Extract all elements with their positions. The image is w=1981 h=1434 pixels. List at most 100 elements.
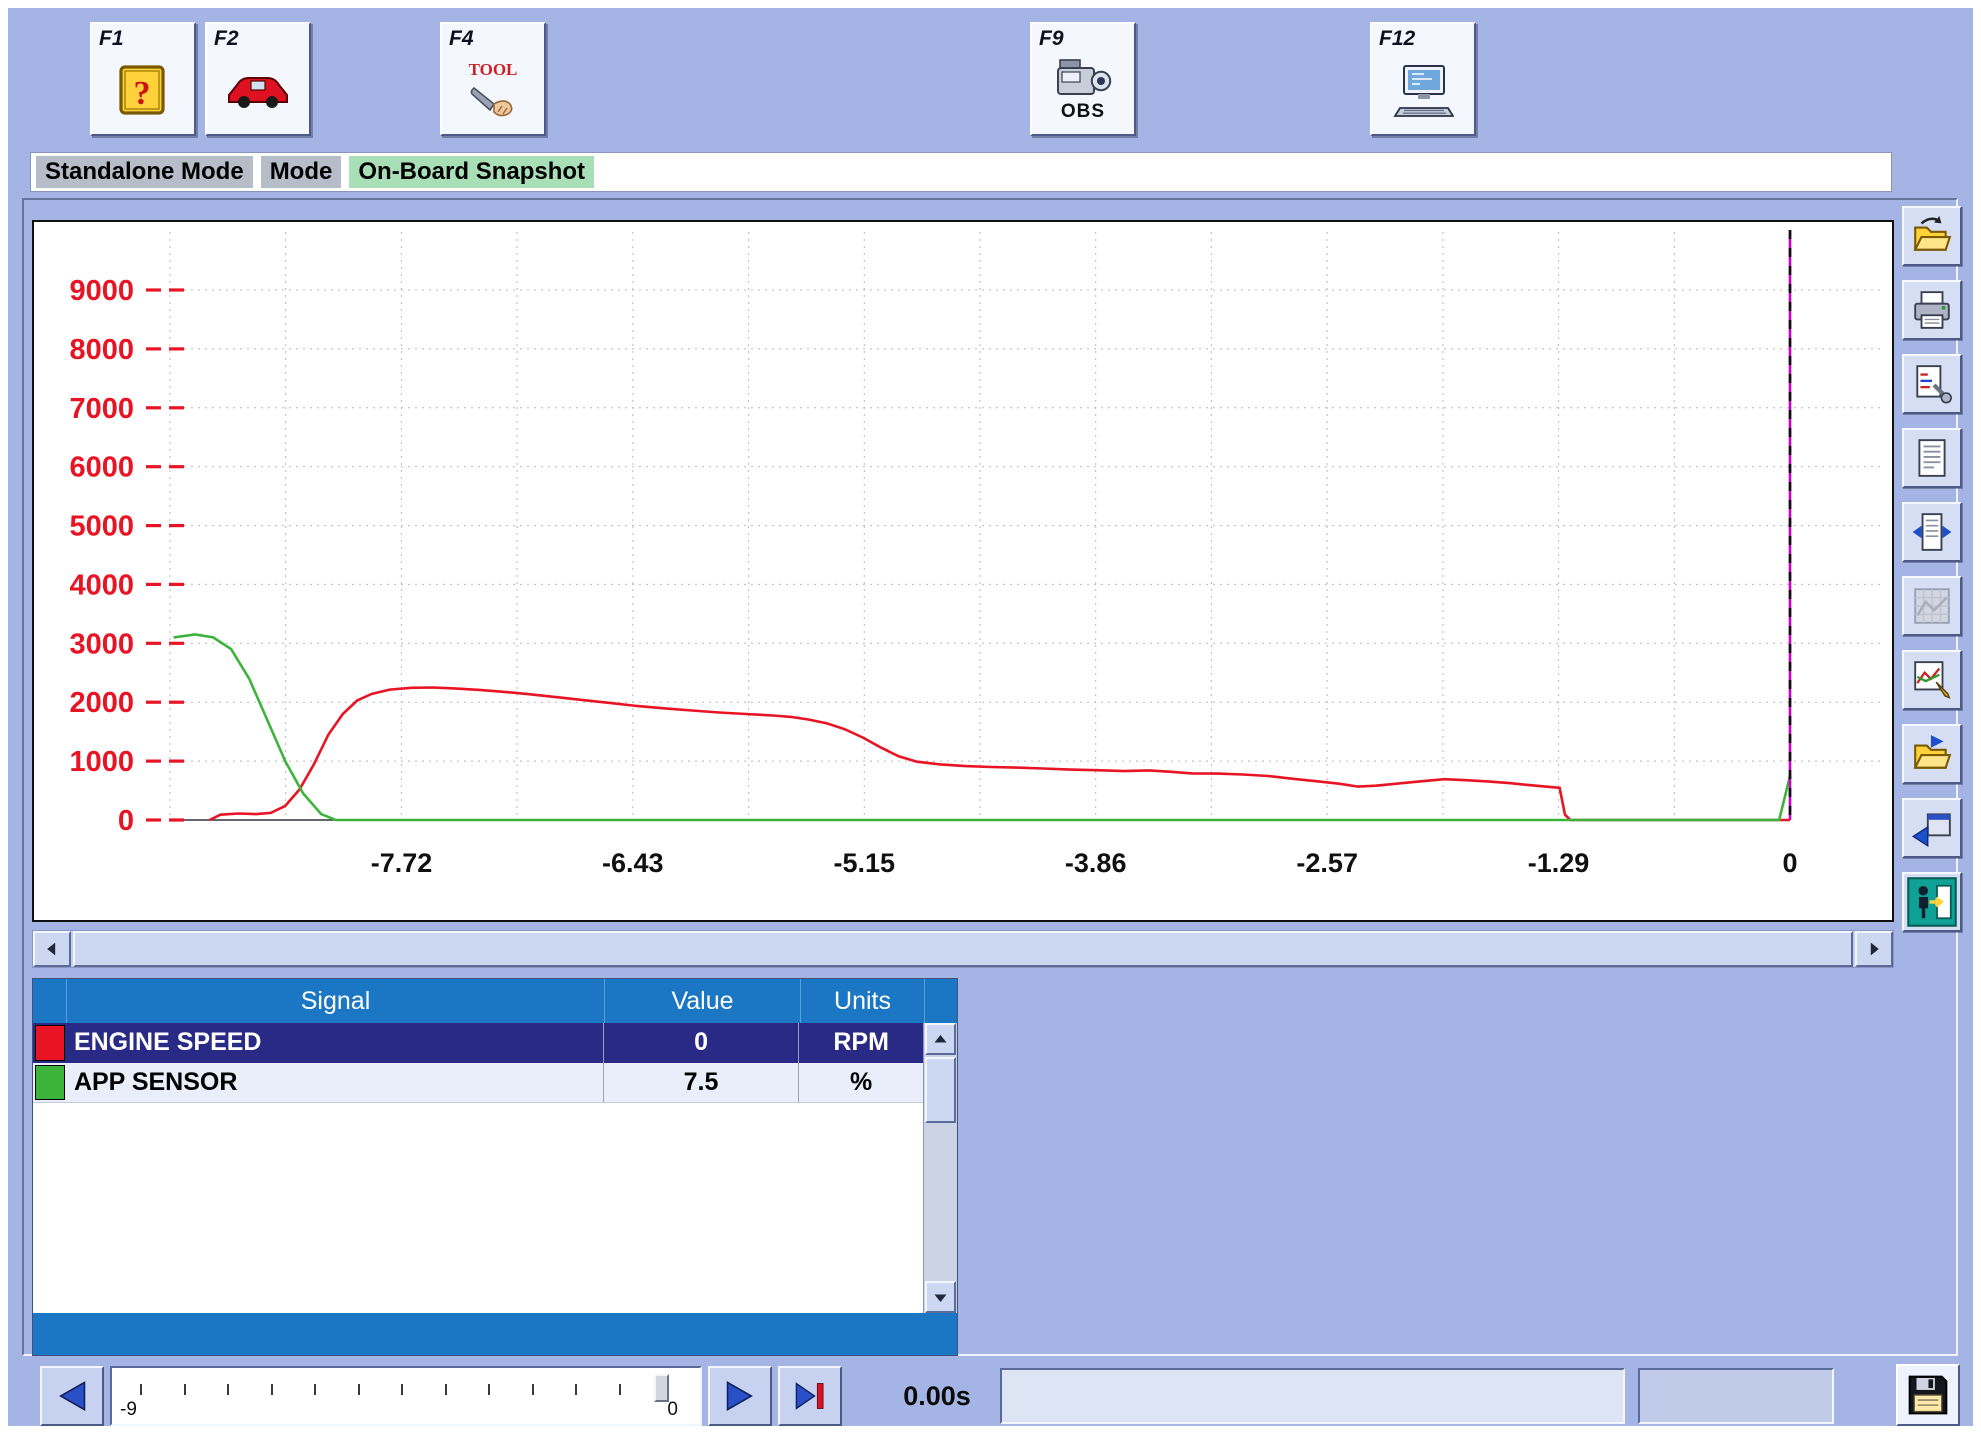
slider-thumb[interactable] (654, 1374, 669, 1402)
svg-text:?: ? (134, 75, 151, 112)
scroll-right-button[interactable] (1855, 931, 1893, 967)
capture-button[interactable] (1902, 798, 1962, 858)
f2-vehicle-button[interactable]: F2 (205, 22, 311, 136)
units-column-header[interactable]: Units (801, 979, 925, 1023)
timeline-slider[interactable]: -9 0 (110, 1366, 702, 1426)
fit-view-button[interactable] (1902, 502, 1962, 562)
table-row[interactable]: APP SENSOR7.5% (33, 1063, 923, 1103)
svg-text:7000: 7000 (69, 393, 134, 425)
mode-bar: Standalone Mode Mode On-Board Snapshot (30, 152, 1892, 192)
app-sensor-line (174, 635, 1790, 821)
svg-text:2000: 2000 (69, 687, 134, 719)
snapshot-mode-label: On-Board Snapshot (349, 156, 594, 188)
graph-setup-icon (1911, 659, 1953, 701)
save-floppy-icon (1905, 1372, 1951, 1418)
svg-text:6000: 6000 (69, 452, 134, 484)
signal-value-cell: 0 (604, 1023, 800, 1063)
svg-text:-1.29: -1.29 (1528, 848, 1590, 878)
signal-units-cell: RPM (799, 1023, 923, 1063)
signal-setup-icon (1911, 363, 1953, 405)
signal-name-cell: ENGINE SPEED (67, 1023, 604, 1063)
step-back-button[interactable] (40, 1366, 104, 1426)
svg-text:1000: 1000 (69, 746, 134, 778)
application-window: F1 ? F2 F4 TOOL (0, 0, 1981, 1434)
capture-icon (1911, 807, 1953, 849)
print-button[interactable] (1902, 280, 1962, 340)
arrow-right-icon (1866, 941, 1882, 957)
graph-setup-button[interactable] (1902, 650, 1962, 710)
v-scrollbar-thumb[interactable] (925, 1057, 956, 1123)
exit-button[interactable] (1902, 872, 1962, 932)
signal-setup-button[interactable] (1902, 354, 1962, 414)
standalone-mode-label: Standalone Mode (36, 156, 253, 188)
open-file-icon (1911, 215, 1953, 257)
f9-snapshot-button[interactable]: F9 OBS (1030, 22, 1136, 136)
status-panel-secondary (1638, 1368, 1834, 1424)
scroll-down-button[interactable] (925, 1281, 956, 1313)
f9-label: F9 (1039, 27, 1064, 51)
save-button[interactable] (1896, 1364, 1960, 1426)
table-row[interactable]: ENGINE SPEED0RPM (33, 1023, 923, 1063)
svg-text:-7.72: -7.72 (371, 848, 433, 878)
value-column-header[interactable]: Value (605, 979, 801, 1023)
computer-icon (1392, 62, 1454, 118)
tool-icon: TOOL (466, 60, 520, 120)
arrow-down-icon (933, 1290, 948, 1305)
step-forward-button[interactable] (708, 1366, 772, 1426)
help-icon: ? (116, 61, 170, 119)
h-scrollbar-thumb[interactable] (73, 931, 1853, 967)
folder-export-icon (1911, 733, 1953, 775)
svg-text:0: 0 (1782, 848, 1797, 878)
f2-label: F2 (214, 27, 239, 51)
mode-label: Mode (261, 156, 342, 188)
f4-tool-button[interactable]: F4 TOOL (440, 22, 546, 136)
time-display: 0.00s (862, 1366, 1012, 1426)
graph-disabled-button (1902, 576, 1962, 636)
tool-caption: TOOL (469, 60, 518, 80)
f12-system-button[interactable]: F12 (1370, 22, 1476, 136)
horizontal-scrollbar[interactable] (32, 930, 1894, 968)
fit-view-icon (1911, 511, 1953, 553)
scroll-left-button[interactable] (33, 931, 71, 967)
f1-help-button[interactable]: F1 ? (90, 22, 196, 136)
scroll-up-button[interactable] (925, 1023, 956, 1055)
report-button[interactable] (1902, 428, 1962, 488)
svg-text:5000: 5000 (69, 511, 134, 543)
exit-icon (1907, 877, 1957, 927)
svg-text:-5.15: -5.15 (834, 848, 896, 878)
car-icon (225, 69, 291, 111)
play-forward-icon (721, 1379, 759, 1413)
signal-table: Signal Value Units ENGINE SPEED0RPMAPP S… (32, 978, 958, 1356)
f4-label: F4 (449, 27, 474, 51)
status-panel (1000, 1368, 1625, 1424)
signal-chart[interactable]: 0100020003000400050006000700080009000-7.… (34, 222, 1892, 920)
engine-speed-line (210, 688, 1790, 821)
slider-max-label: 0 (667, 1399, 678, 1421)
arrow-left-icon (44, 941, 60, 957)
print-icon (1911, 289, 1953, 331)
slider-min-label: -9 (120, 1399, 137, 1421)
obs-camera-icon: OBS (1054, 57, 1112, 123)
signal-color-swatch (33, 1063, 67, 1102)
svg-text:3000: 3000 (69, 628, 134, 660)
svg-text:8000: 8000 (69, 334, 134, 366)
table-header: Signal Value Units (33, 979, 957, 1023)
report-icon (1911, 437, 1953, 479)
signal-units-cell: % (799, 1063, 923, 1102)
signal-column-header[interactable]: Signal (67, 979, 605, 1023)
svg-text:-6.43: -6.43 (602, 848, 664, 878)
skip-to-end-button[interactable] (778, 1366, 842, 1426)
folder-export-button[interactable] (1902, 724, 1962, 784)
table-footer-bar (33, 1313, 957, 1355)
open-file-button[interactable] (1902, 206, 1962, 266)
f12-label: F12 (1379, 27, 1415, 51)
graph-disabled-icon (1911, 585, 1953, 627)
svg-text:-2.57: -2.57 (1296, 848, 1358, 878)
signal-name-cell: APP SENSOR (67, 1063, 604, 1102)
svg-text:-3.86: -3.86 (1065, 848, 1127, 878)
table-body: ENGINE SPEED0RPMAPP SENSOR7.5% (33, 1023, 923, 1313)
arrow-up-icon (933, 1032, 948, 1047)
signal-value-cell: 7.5 (604, 1063, 800, 1102)
signal-color-swatch (33, 1023, 67, 1063)
vertical-scrollbar[interactable] (923, 1023, 957, 1313)
